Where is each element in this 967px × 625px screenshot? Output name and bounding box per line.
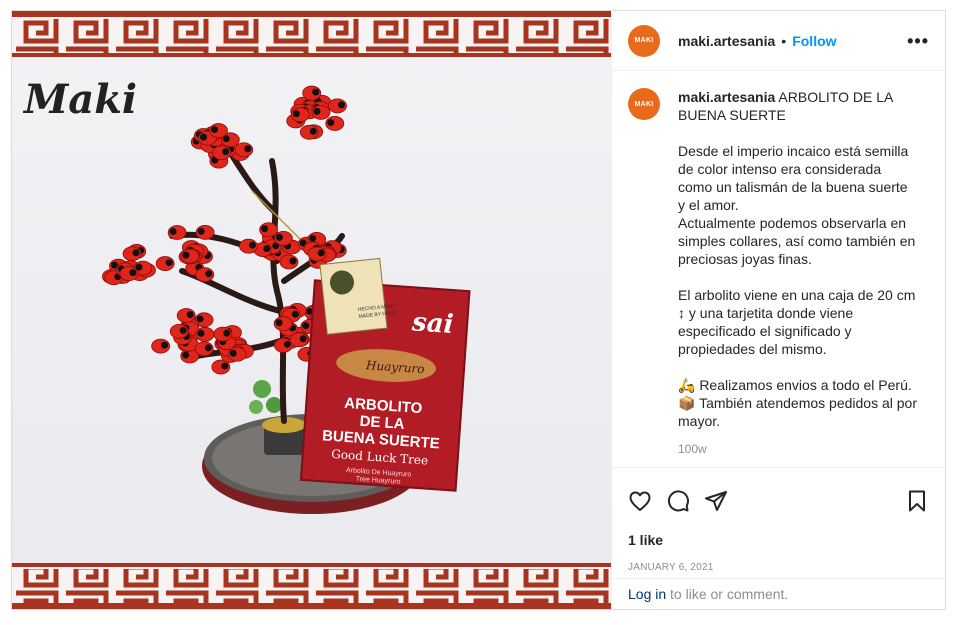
instagram-post: Maki sai Huayruro ARBOLITO DE LA BUENA S… — [11, 10, 946, 610]
seed-spot — [275, 319, 283, 327]
caption-avatar[interactable]: MAKI — [628, 88, 660, 120]
login-link[interactable]: Log in — [628, 586, 666, 602]
seed-spot — [292, 110, 300, 118]
seed-spot — [211, 126, 219, 134]
bookmark-icon[interactable] — [905, 489, 929, 513]
seed-spot — [309, 234, 317, 242]
seed-spot — [165, 259, 173, 267]
seed-spot — [299, 335, 307, 343]
seed-spot — [196, 315, 204, 323]
seed-spot — [327, 118, 335, 126]
seed-spot — [200, 133, 208, 141]
seed-spot — [248, 241, 256, 249]
seed-spot — [129, 269, 137, 277]
seed-spot — [204, 344, 212, 352]
post-header: MAKI maki.artesania • Follow ••• — [612, 11, 945, 71]
caption-text: Desde el imperio incaico está semilla de… — [678, 143, 917, 429]
caption-avatar-text: MAKI — [634, 100, 654, 108]
seed-spot — [179, 326, 187, 334]
caption-heading: maki.artesania ARBOLITO DE LA BUENA SUER… — [678, 88, 918, 124]
seed-spot — [302, 322, 310, 330]
seed-spot — [261, 225, 269, 233]
seed-spot — [337, 101, 345, 109]
box-brand: sai — [410, 307, 454, 340]
seed-spot — [182, 251, 190, 259]
seed-spot — [205, 270, 213, 278]
separator-dot: • — [781, 32, 787, 49]
seed-spot — [169, 227, 177, 235]
caption-body: maki.artesania ARBOLITO DE LA BUENA SUER… — [678, 88, 918, 458]
more-options-icon[interactable]: ••• — [907, 32, 929, 50]
seed-spot — [313, 107, 321, 115]
seed-spot — [283, 340, 291, 348]
post-image[interactable]: Maki sai Huayruro ARBOLITO DE LA BUENA S… — [12, 11, 611, 609]
like-count[interactable]: 1 like — [612, 520, 945, 548]
avatar[interactable]: MAKI — [628, 24, 660, 57]
caption-username[interactable]: maki.artesania — [678, 89, 775, 105]
post-actions: 1 like JANUARY 6, 2021 Log in to like or… — [612, 467, 945, 609]
seed-spot — [289, 257, 297, 265]
seed-spot — [244, 145, 252, 153]
seed-spot — [275, 233, 283, 241]
seed-spot — [132, 249, 140, 257]
post-sidebar: MAKI maki.artesania • Follow ••• MAKI ma… — [611, 11, 945, 609]
login-bar: Log in to like or comment. — [612, 578, 945, 609]
maki-watermark: Maki — [22, 76, 137, 123]
time-ago[interactable]: 100w — [678, 440, 918, 458]
share-icon[interactable] — [704, 489, 728, 513]
seed-spot — [197, 227, 205, 235]
seed-spot — [309, 127, 317, 135]
seed-spot — [197, 329, 205, 337]
seed-spot — [186, 311, 194, 319]
action-icons — [612, 468, 945, 520]
seed-spot — [161, 341, 169, 349]
seed-spot — [263, 245, 271, 253]
follow-button[interactable]: Follow — [792, 33, 836, 49]
seed-spot — [223, 329, 231, 337]
product-photo: Maki sai Huayruro ARBOLITO DE LA BUENA S… — [12, 11, 611, 609]
comment-icon[interactable] — [666, 489, 690, 513]
seed-spot — [221, 362, 229, 370]
heart-icon[interactable] — [628, 489, 652, 513]
seed-spot — [317, 249, 325, 257]
login-suffix: to like or comment. — [666, 586, 789, 602]
username-link[interactable]: maki.artesania — [678, 33, 775, 49]
avatar-text: MAKI — [634, 37, 654, 44]
seed-spot — [222, 148, 230, 156]
caption-row: MAKI maki.artesania ARBOLITO DE LA BUENA… — [628, 88, 929, 458]
seed-spot — [229, 349, 237, 357]
post-date[interactable]: JANUARY 6, 2021 — [612, 548, 945, 573]
caption-area: MAKI maki.artesania ARBOLITO DE LA BUENA… — [612, 72, 945, 467]
seed-spot — [291, 310, 299, 318]
seed-spot — [312, 88, 320, 96]
seed-spot — [182, 351, 190, 359]
